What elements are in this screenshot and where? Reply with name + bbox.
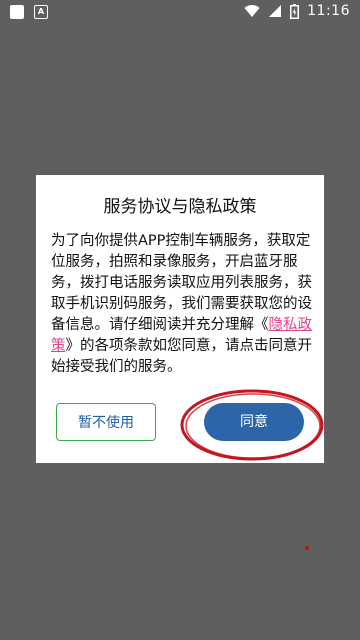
status-time: 11:16 (307, 3, 350, 19)
dialog-body: 为了向你提供APP控制车辆服务，获取定位服务，拍照和录像服务，开启蓝牙服务，拨打… (51, 231, 313, 378)
screen: A 11:16 服务协议与隐私政策 为了向你提供APP控制车辆服务，获取定位服务… (0, 0, 360, 640)
red-dot-mark (305, 546, 309, 550)
a-notification-icon: A (34, 5, 48, 19)
agree-button[interactable]: 同意 (204, 403, 304, 441)
dialog-title: 服务协议与隐私政策 (103, 197, 257, 217)
privacy-dialog: 服务协议与隐私政策 为了向你提供APP控制车辆服务，获取定位服务，拍照和录像服务… (36, 175, 324, 463)
battery-icon (290, 3, 300, 19)
status-bar-right: 11:16 (244, 3, 350, 19)
body-text-after-link: 》的各项条款如您同意，请点击同意开始接受我们的服务。 (51, 338, 312, 375)
wifi-icon (244, 5, 260, 18)
app-square-icon (10, 5, 24, 19)
status-bar-left: A (10, 5, 48, 19)
decline-button[interactable]: 暂不使用 (56, 403, 156, 441)
signal-icon (269, 5, 282, 17)
status-bar: A 11:16 (0, 0, 360, 24)
